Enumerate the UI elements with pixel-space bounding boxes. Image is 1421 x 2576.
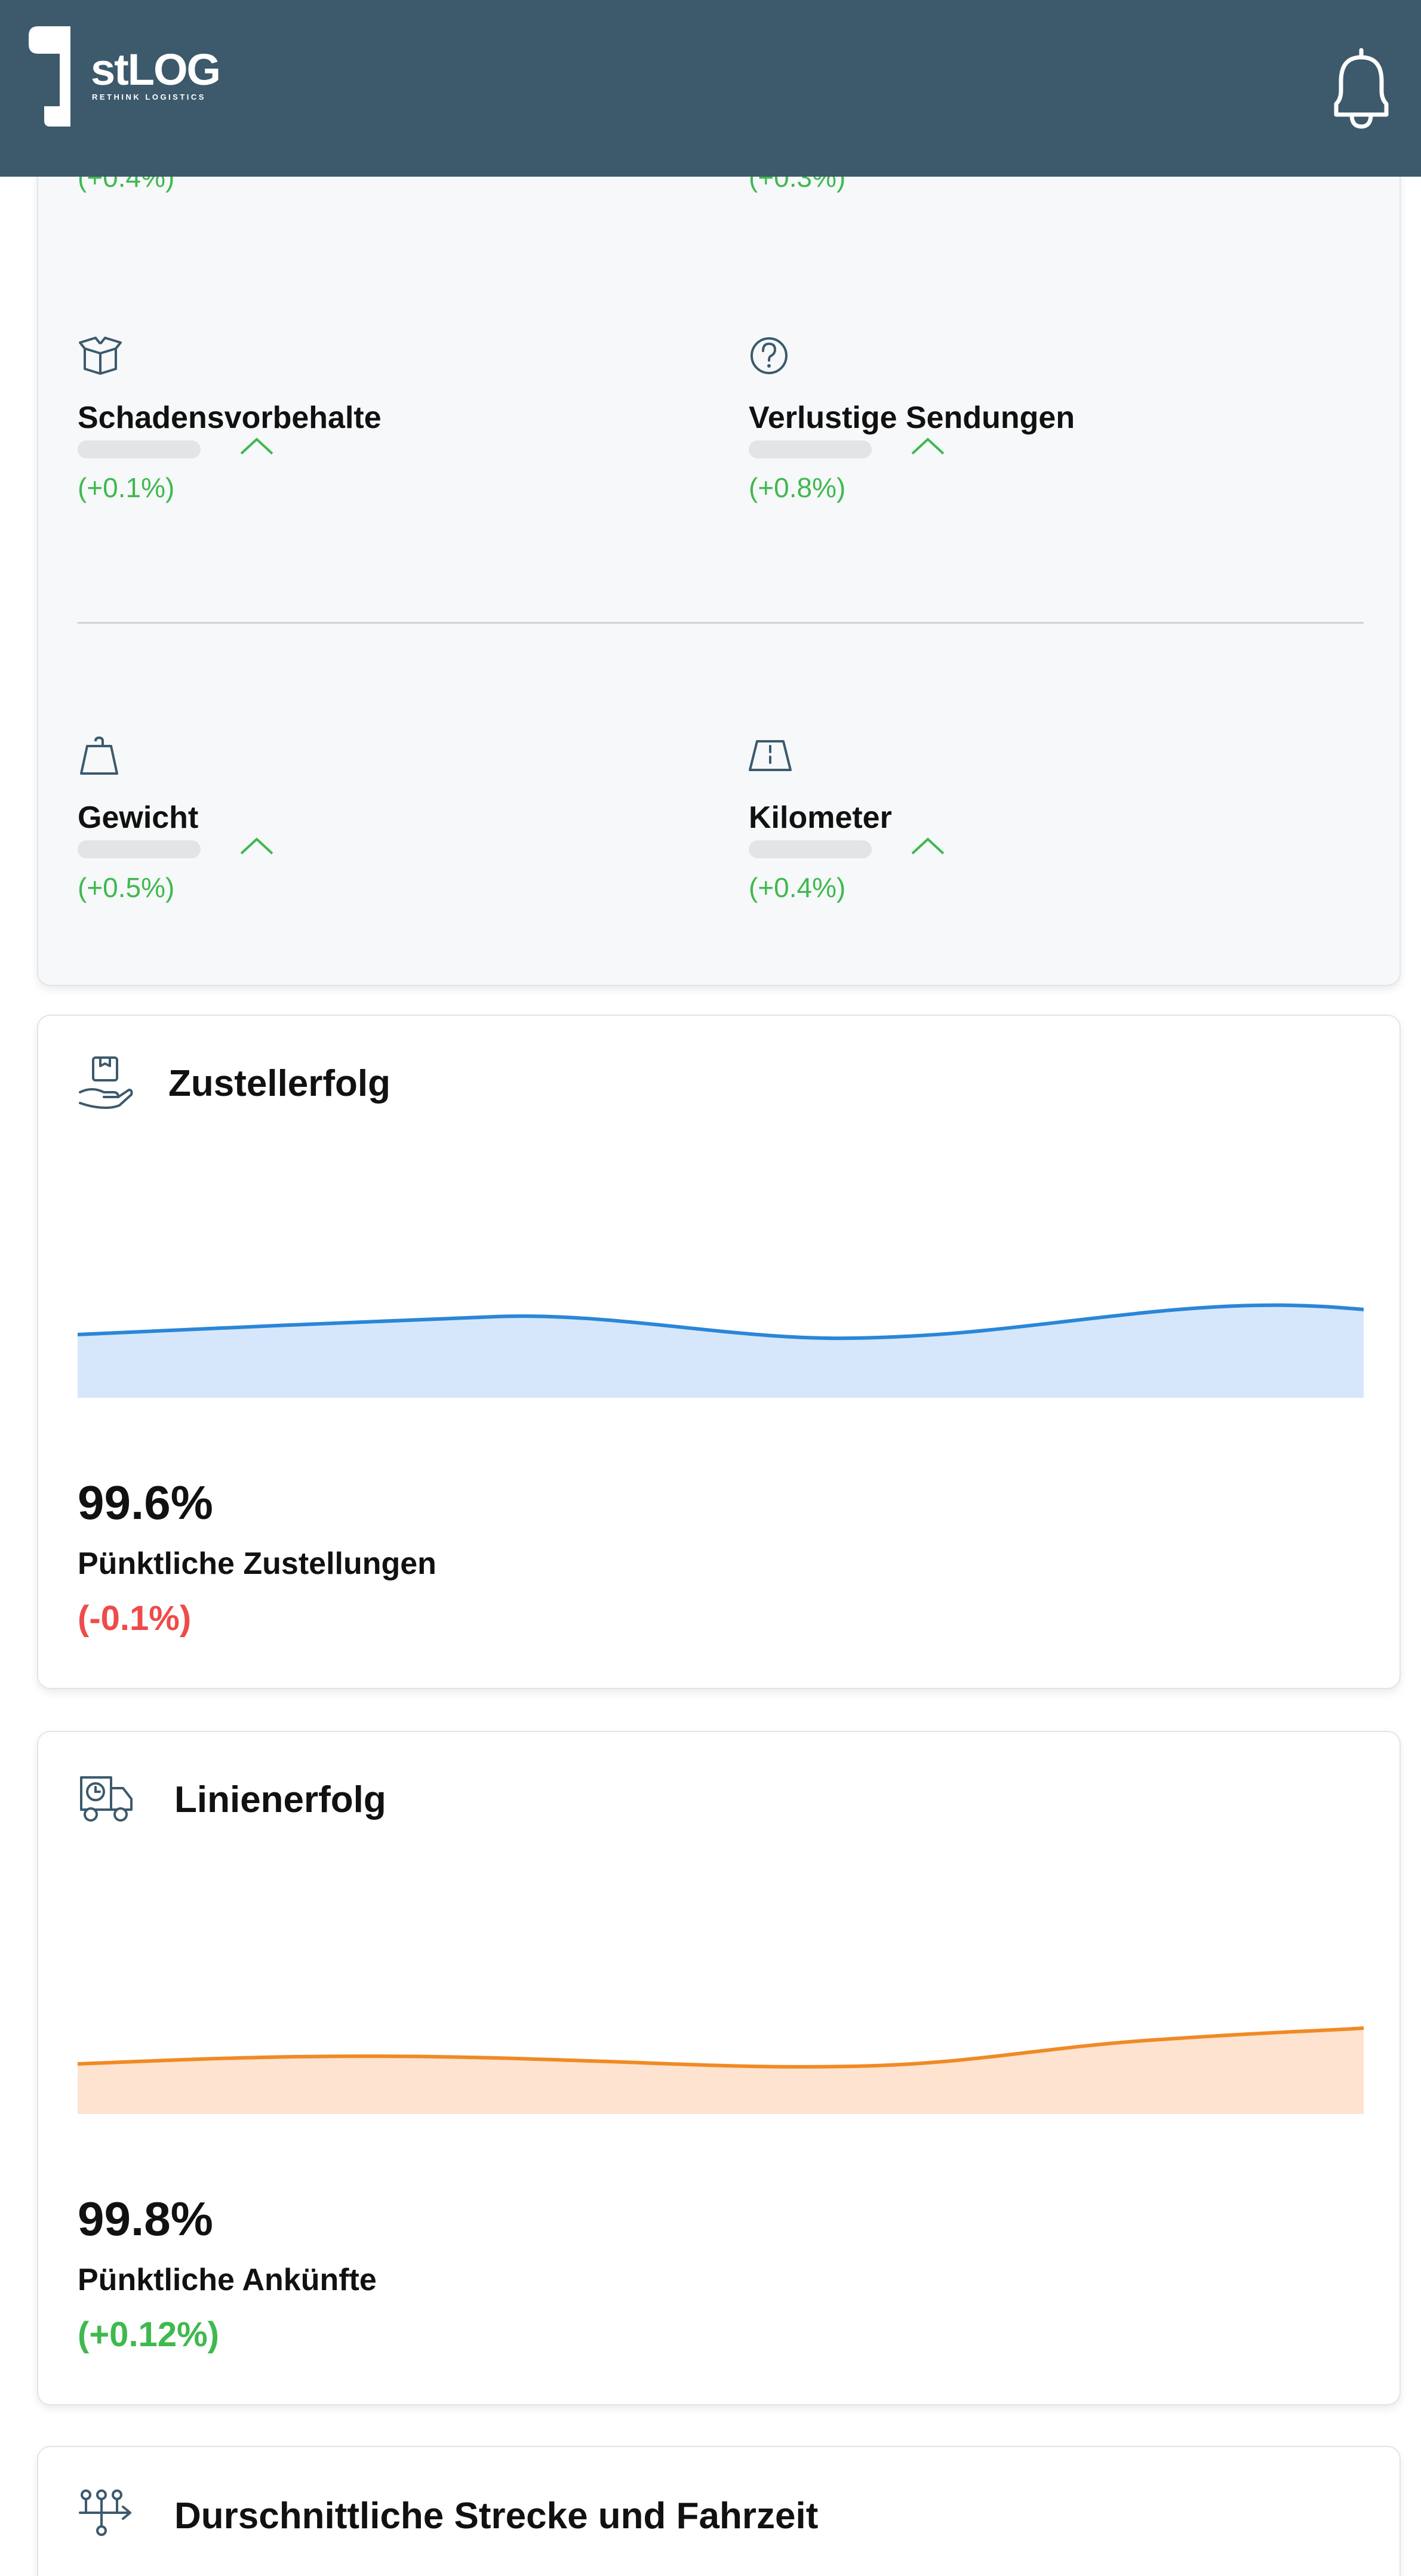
metric-label: Kilometer: [749, 800, 892, 835]
metric-change: (+0.4%): [749, 872, 846, 903]
logo-wordmark: stLOG: [91, 45, 221, 94]
metrics-card: (+0.4%) (+0.3%) Schadensvorbehalte (+0.1…: [37, 119, 1401, 986]
delivery-success-card[interactable]: Zustellerfolg 99.6% Pünktliche Zustellun…: [37, 1015, 1401, 1689]
line-success-card[interactable]: Linienerfolg 99.8% Pünktliche Ankünfte (…: [37, 1731, 1401, 2405]
value-placeholder: [749, 840, 872, 858]
metric-change: (+0.8%): [749, 472, 846, 503]
card-title: Zustellerfolg: [168, 1063, 391, 1104]
hand-package-icon: [79, 1056, 133, 1109]
metric-verlustige-sendungen: Verlustige Sendungen (+0.8%): [749, 335, 1346, 503]
metric-kilometer: Kilometer (+0.4%): [749, 735, 1346, 903]
trend-up-icon: [240, 837, 273, 855]
metric-label: Verlustige Sendungen: [749, 400, 1075, 435]
route-split-icon: [79, 2489, 131, 2536]
route-card[interactable]: Durschnittliche Strecke und Fahrzeit: [37, 2446, 1401, 2576]
open-box-icon: [79, 337, 122, 375]
value-placeholder: [749, 440, 872, 458]
card-title: Linienerfolg: [174, 1779, 386, 1820]
kpi-change: (+0.12%): [78, 2315, 219, 2354]
metric-gewicht: Gewicht (+0.5%): [78, 735, 675, 903]
metric-schadensvorbehalte: Schadensvorbehalte (+0.1%): [78, 335, 675, 503]
metric-label: Schadensvorbehalte: [78, 400, 382, 435]
kpi-change: (-0.1%): [78, 1599, 192, 1638]
kpi-value: 99.6%: [78, 1476, 213, 1529]
trend-up-icon: [240, 437, 273, 455]
bell-icon[interactable]: [1324, 44, 1398, 133]
road-icon: [749, 740, 792, 771]
kpi-label: Pünktliche Zustellungen: [78, 1546, 436, 1581]
metric-change: (+0.5%): [78, 872, 175, 903]
card-title: Durschnittliche Strecke und Fahrzeit: [174, 2495, 819, 2537]
weight-icon: [80, 737, 118, 775]
metric-change: (+0.1%): [78, 472, 175, 503]
logo[interactable]: stLOG RETHINK LOGISTICS: [26, 26, 241, 128]
divider: [78, 622, 1364, 624]
metric-label: Gewicht: [78, 800, 199, 835]
logo-tagline: RETHINK LOGISTICS: [92, 93, 206, 101]
value-placeholder: [78, 840, 201, 858]
question-circle-icon: [751, 337, 788, 374]
kpi-value: 99.8%: [78, 2192, 213, 2245]
kpi-label: Pünktliche Ankünfte: [78, 2263, 377, 2297]
delivery-sparkline: [78, 1303, 1364, 1398]
line-success-sparkline: [78, 2026, 1364, 2114]
logo-one-mark: [29, 26, 70, 127]
trend-up-icon: [911, 437, 945, 455]
value-placeholder: [78, 440, 201, 458]
trend-up-icon: [911, 837, 945, 855]
app-header: stLOG RETHINK LOGISTICS: [0, 0, 1421, 177]
truck-clock-icon: [80, 1776, 133, 1822]
